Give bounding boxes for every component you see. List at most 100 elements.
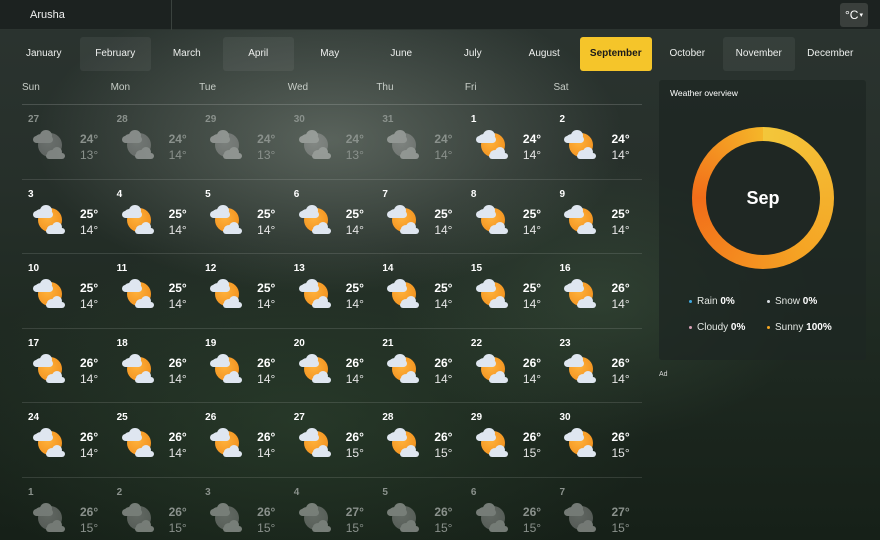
tab-month-july[interactable]: July [437, 37, 509, 71]
high-temperature: 26° [345, 355, 364, 370]
calendar-day[interactable]: 28 26° 15° [376, 403, 465, 477]
day-number: 31 [382, 114, 394, 125]
stat-label: Snow [775, 296, 801, 307]
low-temperature: 14° [522, 222, 542, 237]
calendar-day[interactable]: 12 25° 14° [199, 254, 288, 328]
tab-month-april[interactable]: April [222, 37, 294, 71]
calendar-day[interactable]: 3 26° 15° [199, 478, 288, 540]
temperature-unit-dropdown[interactable]: °C▾ [840, 3, 868, 27]
calendar-day[interactable]: 5 26° 15° [376, 478, 465, 540]
sun-behind-cloud-icon [33, 428, 65, 458]
calendar-day[interactable]: 7 25° 14° [376, 180, 465, 254]
low-temperature: 15° [80, 520, 99, 535]
tab-month-december[interactable]: December [795, 37, 867, 71]
calendar-day[interactable]: 19 26° 14° [199, 329, 288, 403]
calendar-day[interactable]: 1 26° 15° [22, 478, 111, 540]
calendar-day[interactable]: 10 25° 14° [22, 254, 111, 328]
day-number: 29 [205, 114, 217, 125]
calendar-day[interactable]: 30 24° 13° [288, 105, 377, 179]
calendar-day[interactable]: 30 26° 15° [553, 403, 642, 477]
tab-month-may[interactable]: May [294, 37, 366, 71]
high-temperature: 26° [257, 504, 276, 519]
calendar-day[interactable]: 6 26° 15° [465, 478, 554, 540]
stat-label: Rain [697, 296, 718, 307]
calendar-day[interactable]: 5 25° 14° [199, 180, 288, 254]
calendar-day[interactable]: 26 26° 14° [199, 403, 288, 477]
calendar-day[interactable]: 15 25° 14° [465, 254, 554, 328]
high-temperature: 25° [611, 206, 630, 221]
calendar-day[interactable]: 22 26° 14° [465, 329, 554, 403]
chevron-down-icon: ▾ [859, 11, 863, 19]
day-number: 6 [470, 486, 477, 498]
tab-month-november[interactable]: November [723, 37, 795, 71]
calendar-day[interactable]: 24 26° 14° [22, 403, 111, 477]
weekday-label: Sat [553, 82, 569, 93]
calendar-day[interactable]: 3 25° 14° [22, 180, 111, 254]
calendar-day[interactable]: 2 26° 15° [111, 478, 200, 540]
day-number: 6 [293, 188, 300, 200]
day-number: 12 [205, 263, 217, 275]
high-temperature: 26° [522, 355, 542, 370]
high-temperature: 25° [522, 206, 542, 221]
tab-month-october[interactable]: October [652, 37, 724, 71]
stat-rain: Rain 0% [689, 296, 735, 307]
day-number: 23 [559, 337, 571, 349]
calendar-day[interactable]: 14 25° 14° [376, 254, 465, 328]
high-temperature: 26° [434, 355, 453, 370]
calendar-day[interactable]: 28 24° 14° [111, 105, 200, 179]
day-number: 13 [293, 263, 305, 275]
low-temperature: 14° [257, 297, 276, 312]
calendar-day[interactable]: 6 25° 14° [288, 180, 377, 254]
calendar-day[interactable]: 21 26° 14° [376, 329, 465, 403]
day-number: 11 [116, 263, 128, 275]
sun-behind-cloud-icon [564, 204, 597, 235]
calendar-week-row: 3 25° 14° 4 25° 14° 5 25° 14° 6 25° 14° 7 25° 14° 8 25° 1… [22, 178, 642, 254]
tab-month-august[interactable]: August [509, 37, 581, 71]
tab-month-january[interactable]: January [8, 37, 80, 71]
calendar-week-row: 1 26° 15° 2 26° 15° 3 26° 15° 4 27° 15° 5 26° 15° 6 26° 1… [22, 476, 642, 540]
sun-behind-cloud-icon [298, 204, 331, 235]
calendar-day[interactable]: 8 25° 14° [465, 180, 554, 254]
calendar-day[interactable]: 29 26° 15° [465, 403, 554, 477]
calendar-day[interactable]: 11 25° 14° [111, 254, 200, 328]
calendar-day[interactable]: 18 26° 14° [111, 329, 200, 403]
low-temperature: 14° [434, 371, 453, 386]
location-label[interactable]: Arusha [0, 0, 172, 30]
low-temperature: 14° [611, 148, 630, 162]
sun-behind-cloud-icon [475, 130, 508, 160]
day-number: 27 [293, 412, 305, 424]
day-number: 5 [382, 486, 388, 498]
calendar-day[interactable]: 31 24° 14° [376, 105, 465, 179]
high-temperature: 24° [168, 132, 187, 146]
tab-month-june[interactable]: June [366, 37, 438, 71]
calendar-day[interactable]: 27 26° 15° [288, 403, 377, 477]
calendar-day[interactable]: 9 25° 14° [553, 180, 642, 254]
sun-behind-cloud-icon [121, 502, 154, 533]
calendar-day[interactable]: 4 27° 15° [288, 478, 377, 540]
calendar-day[interactable]: 4 25° 14° [111, 180, 200, 254]
sun-behind-cloud-icon [387, 353, 420, 384]
calendar-day[interactable]: 2 24° 14° [553, 105, 642, 179]
calendar-day[interactable]: 1 24° 14° [465, 105, 554, 179]
high-temperature: 27° [345, 504, 364, 519]
calendar-day[interactable]: 13 25° 14° [288, 254, 377, 328]
low-temperature: 14° [257, 222, 276, 237]
calendar-day[interactable]: 17 26° 14° [22, 329, 111, 403]
calendar-day[interactable]: 16 26° 14° [553, 254, 642, 328]
calendar-day[interactable]: 27 24° 13° [22, 105, 111, 179]
day-number: 30 [293, 114, 305, 125]
sun-behind-cloud-icon [33, 353, 65, 384]
sun-behind-cloud-icon [121, 353, 154, 384]
calendar-day[interactable]: 20 26° 14° [288, 329, 377, 403]
legend-dot-icon [767, 299, 770, 303]
calendar-day[interactable]: 29 24° 13° [199, 105, 288, 179]
tab-month-march[interactable]: March [151, 37, 223, 71]
calendar-day[interactable]: 23 26° 14° [553, 329, 642, 403]
tab-month-september[interactable]: September [580, 37, 652, 71]
calendar-day[interactable]: 7 27° 15° [553, 478, 642, 540]
low-temperature: 15° [434, 446, 453, 461]
low-temperature: 15° [611, 520, 630, 535]
tab-month-february[interactable]: February [79, 37, 151, 71]
low-temperature: 14° [168, 371, 187, 386]
calendar-day[interactable]: 25 26° 14° [111, 403, 200, 477]
